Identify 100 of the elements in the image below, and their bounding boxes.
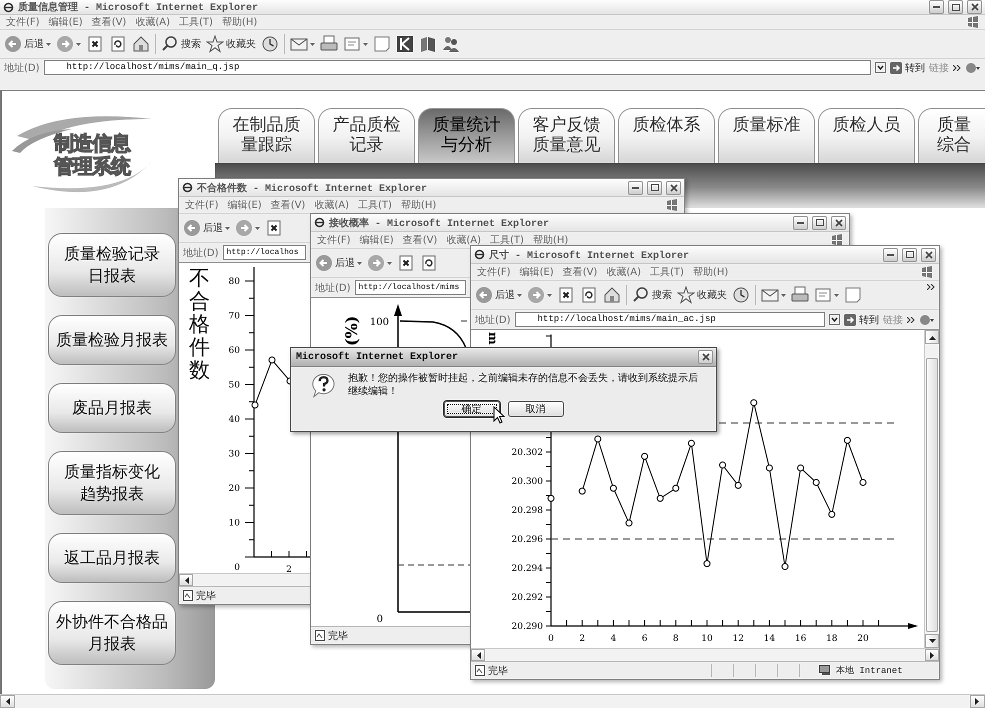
close-button[interactable] <box>698 350 713 364</box>
menu-item[interactable]: 收藏(A) <box>606 265 641 279</box>
close-button[interactable] <box>967 0 982 14</box>
menu-item[interactable]: 收藏(A) <box>135 15 170 29</box>
left-arrow-icon[interactable] <box>476 652 480 658</box>
report-button[interactable]: 质量指标变化 趋势报表 <box>48 451 176 515</box>
menu-item[interactable]: 编辑(E) <box>48 15 83 29</box>
history-button[interactable] <box>261 35 279 53</box>
maximize-button[interactable] <box>812 216 827 230</box>
right-arrow-icon[interactable] <box>975 698 980 705</box>
minimize-button[interactable] <box>929 0 944 14</box>
menu-item[interactable]: 编辑(E) <box>360 233 394 247</box>
history-button[interactable] <box>732 286 750 304</box>
menu-item[interactable]: 文件(F) <box>477 265 511 279</box>
minimize-button[interactable] <box>883 248 898 262</box>
home-button[interactable] <box>132 35 150 53</box>
menu-item[interactable]: 编辑(E) <box>228 198 262 212</box>
report-button[interactable]: 外协件不合格品 月报表 <box>48 601 176 665</box>
favorites-button[interactable]: 收藏夹 <box>677 286 727 304</box>
report-button[interactable]: 质量检验月报表 <box>48 315 176 365</box>
edit-button[interactable] <box>343 35 368 53</box>
users-button[interactable] <box>442 35 460 53</box>
nav-tab[interactable]: 质量 综合 <box>918 108 985 163</box>
edit-button[interactable] <box>814 286 839 304</box>
menu-item[interactable]: 帮助(H) <box>532 233 568 247</box>
maximize-button[interactable] <box>647 180 662 194</box>
search-button[interactable]: 搜索 <box>161 35 201 53</box>
left-arrow-icon[interactable] <box>184 576 188 584</box>
address-field[interactable]: http://localhost/mims/main_ac.jsp <box>514 312 825 327</box>
menu-item[interactable]: 收藏(A) <box>314 198 349 212</box>
close-button[interactable] <box>831 216 846 230</box>
menu-item[interactable]: 工具(T) <box>490 233 524 247</box>
menu-item[interactable]: 工具(T) <box>179 15 213 29</box>
nav-tab[interactable]: 在制品质 量跟踪 <box>218 108 315 163</box>
report-button[interactable]: 返工品月报表 <box>48 533 176 583</box>
go-button[interactable]: 转到 <box>890 60 925 74</box>
minimize-button[interactable] <box>793 216 808 230</box>
nav-tab[interactable]: 产品质检 记录 <box>318 108 415 163</box>
menu-item[interactable]: 编辑(E) <box>520 265 554 279</box>
menu-item[interactable]: 文件(F) <box>317 233 351 247</box>
maximize-button[interactable] <box>902 248 917 262</box>
menu-item[interactable]: 查看(V) <box>92 15 126 29</box>
menu-item[interactable]: 帮助(H) <box>222 15 258 29</box>
nav-tab[interactable]: 质量统计 与分析 <box>418 108 515 163</box>
menu-item[interactable]: 查看(V) <box>270 198 306 212</box>
go-button[interactable]: 转到 <box>844 312 879 326</box>
refresh-button[interactable] <box>580 286 598 304</box>
stop-button[interactable] <box>397 254 415 272</box>
minimize-button[interactable] <box>628 180 643 194</box>
print-button[interactable] <box>320 35 338 53</box>
close-button[interactable] <box>921 248 936 262</box>
menu-item[interactable]: 帮助(H) <box>400 198 436 212</box>
back-button[interactable]: 后退 <box>183 219 230 237</box>
back-button[interactable]: 后退 <box>4 35 51 53</box>
nav-tab[interactable]: 质检体系 <box>618 108 715 163</box>
menu-item[interactable]: 查看(V) <box>562 265 598 279</box>
chevron-icon[interactable] <box>907 316 915 322</box>
dialog-button[interactable]: 确定 <box>444 401 500 417</box>
back-button[interactable]: 后退 <box>315 254 362 272</box>
nav-tab[interactable]: 质量标准 <box>718 108 815 163</box>
address-field[interactable]: http://localhost/mims/main_q.jsp <box>44 60 871 75</box>
stop-button[interactable] <box>557 286 575 304</box>
menu-item[interactable]: 查看(V) <box>402 233 438 247</box>
vertical-scrollbar[interactable] <box>924 330 939 648</box>
horizontal-scrollbar[interactable] <box>179 573 310 586</box>
nav-tab[interactable]: 客户反馈 质量意见 <box>518 108 615 163</box>
up-arrow-icon[interactable] <box>928 334 936 340</box>
nav-tab[interactable]: 质检人员 <box>818 108 915 163</box>
right-arrow-icon[interactable] <box>930 652 934 658</box>
refresh-button[interactable] <box>109 35 127 53</box>
horizontal-scrollbar[interactable] <box>471 648 939 661</box>
menu-item[interactable]: 帮助(H) <box>692 265 728 279</box>
print-button[interactable] <box>791 286 809 304</box>
horizontal-scrollbar[interactable] <box>0 694 985 708</box>
down-arrow-icon[interactable] <box>928 638 936 644</box>
menu-item[interactable]: 工具(T) <box>358 198 392 212</box>
chevron-icon[interactable] <box>953 64 961 70</box>
menu-item[interactable]: 文件(F) <box>185 198 219 212</box>
chevron-icon[interactable] <box>927 284 935 290</box>
dialog-button[interactable]: 取消 <box>508 401 564 417</box>
refresh-button[interactable] <box>420 254 438 272</box>
close-button[interactable] <box>666 180 681 194</box>
menu-item[interactable]: 文件(F) <box>6 15 40 29</box>
research-button[interactable] <box>419 35 437 53</box>
home-button[interactable] <box>603 286 621 304</box>
stop-button[interactable] <box>86 35 104 53</box>
favorites-button[interactable]: 收藏夹 <box>206 35 256 53</box>
maximize-button[interactable] <box>948 0 963 14</box>
search-button[interactable]: 搜索 <box>632 286 672 304</box>
back-button[interactable]: 后退 <box>475 286 522 304</box>
address-field[interactable]: http://localhos <box>222 245 306 260</box>
tile-button[interactable] <box>396 35 414 53</box>
note-button[interactable] <box>373 35 391 53</box>
address-field[interactable]: http://localhost/mims <box>354 280 466 295</box>
menu-item[interactable]: 工具(T) <box>650 265 684 279</box>
menu-item[interactable]: 收藏(A) <box>446 233 481 247</box>
stop-button[interactable] <box>265 219 283 237</box>
left-arrow-icon[interactable] <box>5 698 10 705</box>
report-button[interactable]: 废品月报表 <box>48 383 176 433</box>
note-button[interactable] <box>844 286 862 304</box>
